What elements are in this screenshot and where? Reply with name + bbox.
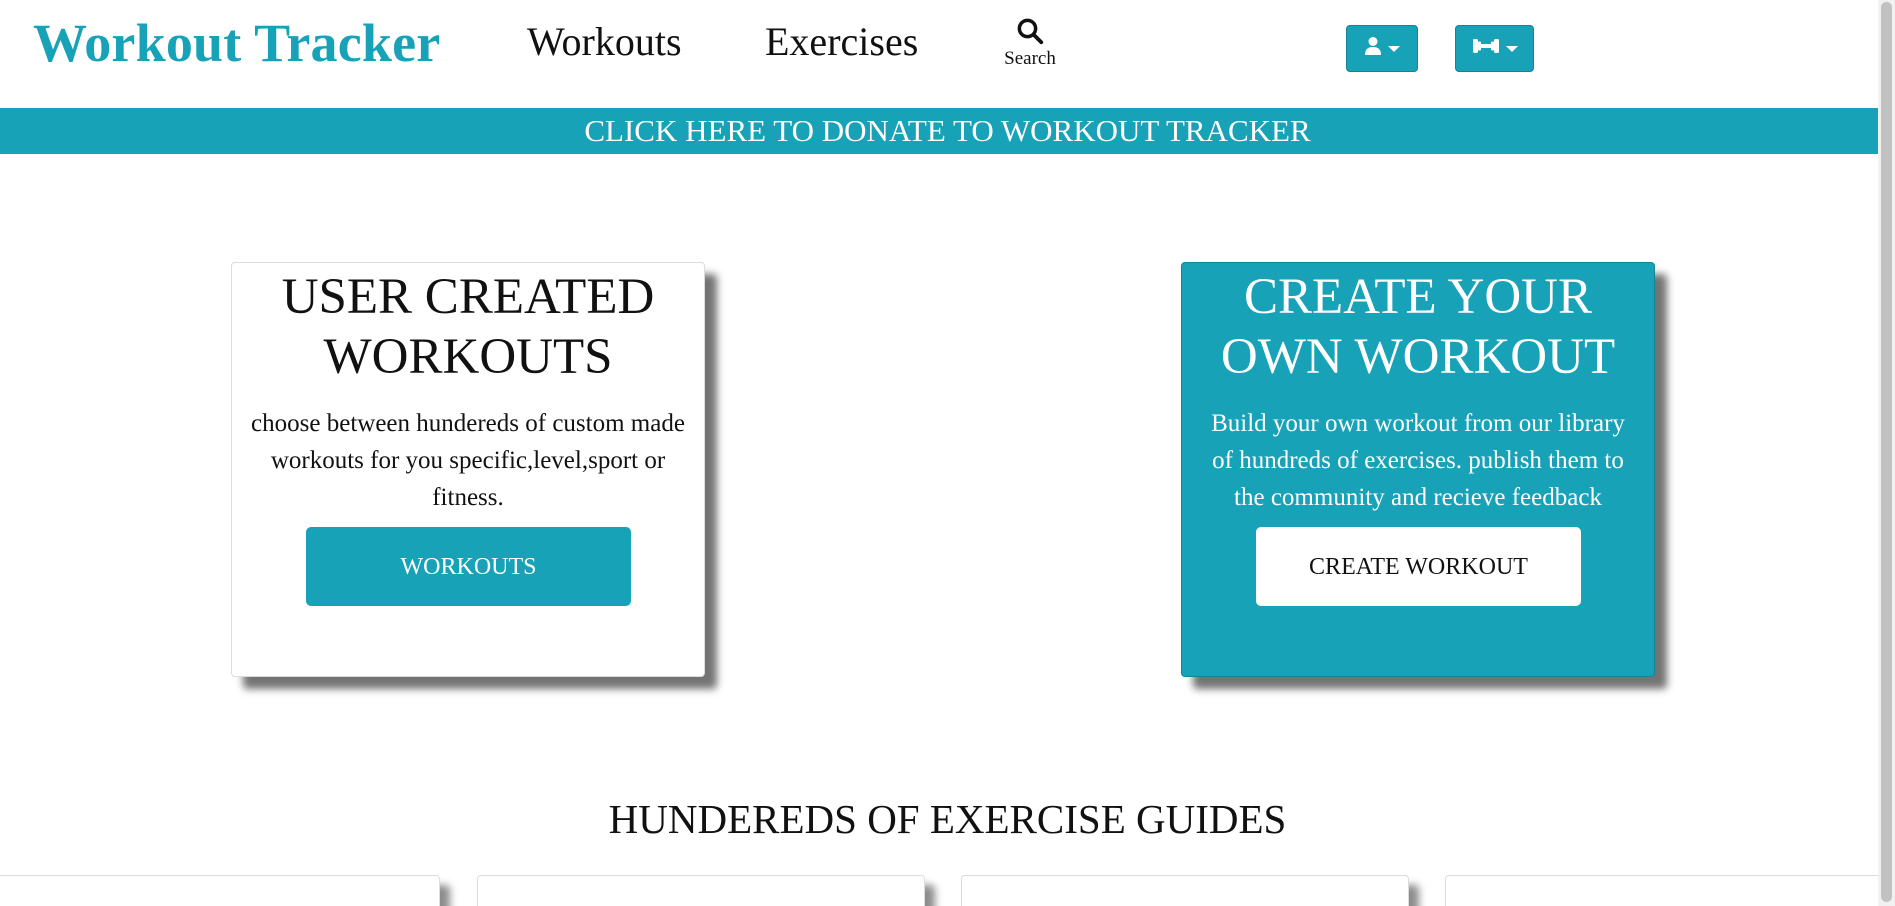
navbar: Workout Tracker Workouts Exercises Searc… [0, 0, 1895, 108]
nav-exercises-link[interactable]: Exercises [765, 18, 918, 65]
workouts-button[interactable]: WORKOUTS [306, 527, 631, 606]
chevron-down-icon [1388, 45, 1400, 52]
card-title: CREATE YOUR OWN WORKOUT [1220, 269, 1616, 385]
user-created-workouts-card: USER CREATED WORKOUTS choose between hun… [231, 262, 705, 677]
create-workout-card: CREATE YOUR OWN WORKOUT Build your own w… [1181, 262, 1655, 677]
card-description: choose between hundereds of custom made … [251, 410, 685, 511]
exercise-guide-card[interactable] [961, 875, 1409, 906]
page: Workout Tracker Workouts Exercises Searc… [0, 0, 1895, 906]
dumbbell-icon [1472, 36, 1500, 61]
brand-logo[interactable]: Workout Tracker [33, 12, 440, 74]
create-workout-button[interactable]: CREATE WORKOUT [1256, 527, 1581, 606]
exercise-guide-card[interactable] [0, 875, 440, 906]
user-dropdown-button[interactable] [1346, 25, 1418, 72]
card-title: USER CREATED WORKOUTS [281, 269, 655, 385]
exercise-guide-card[interactable] [1445, 875, 1895, 906]
chevron-down-icon [1505, 45, 1518, 52]
workout-dropdown-button[interactable] [1455, 25, 1534, 72]
exercise-guides-heading: HUNDEREDS OF EXERCISE GUIDES [608, 796, 1287, 842]
user-icon [1364, 36, 1382, 61]
scrollbar-thumb[interactable] [1881, 2, 1892, 902]
nav-workouts-link[interactable]: Workouts [527, 18, 682, 65]
search-button[interactable]: Search [990, 16, 1070, 76]
donate-banner[interactable]: CLICK HERE TO DONATE TO WORKOUT TRACKER [0, 108, 1895, 154]
search-icon [990, 16, 1070, 46]
vertical-scrollbar[interactable] [1878, 0, 1895, 906]
exercise-guide-card[interactable] [477, 875, 925, 906]
card-description: Build your own workout from our library … [1211, 410, 1625, 511]
search-label: Search [1004, 48, 1056, 69]
